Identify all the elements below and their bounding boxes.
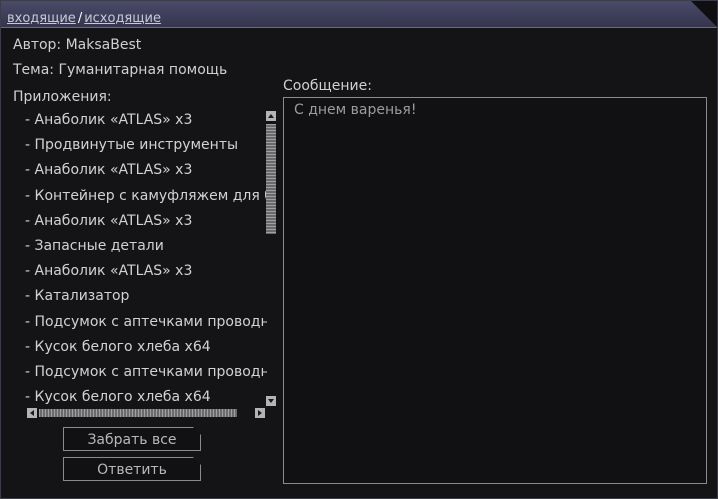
title-bar-corner <box>691 1 717 27</box>
attachments-label: Приложения: <box>13 89 112 105</box>
title-bar: входящие / исходящие <box>1 1 717 28</box>
message-label: Сообщение: <box>283 78 372 94</box>
vertical-scroll-thumb[interactable] <box>266 124 276 234</box>
mailbox-tabs: входящие / исходящие <box>7 11 161 26</box>
list-item[interactable]: - Подсумок с аптечками проводн <box>25 313 267 338</box>
attachments-vertical-scrollbar[interactable] <box>265 111 277 407</box>
list-item[interactable]: - Анаболик «ATLAS» x3 <box>25 111 267 136</box>
message-text: С днем варенья! <box>294 102 417 118</box>
scroll-up-button[interactable] <box>266 111 276 121</box>
mail-window: входящие / исходящие Автор: MaksaBest Тема… <box>0 0 718 499</box>
take-all-label: Забрать все <box>87 432 177 448</box>
horizontal-scroll-thumb[interactable] <box>39 409 237 417</box>
list-item[interactable]: - Подсумок с аптечками проводн <box>25 363 267 388</box>
attachments-list[interactable]: - Анаболик «ATLAS» x3 - Продвинутые инст… <box>25 111 267 407</box>
tab-separator: / <box>77 11 83 26</box>
list-item[interactable]: - Продвинутые инструменты <box>25 136 267 161</box>
list-item[interactable]: - Анаболик «ATLAS» x3 <box>25 212 267 237</box>
scroll-right-button[interactable] <box>255 408 265 418</box>
list-item[interactable]: - Кусок белого хлеба x64 <box>25 388 267 407</box>
take-all-button[interactable]: Забрать все <box>63 427 201 451</box>
arrow-down-icon <box>268 399 274 403</box>
button-corner <box>193 427 201 435</box>
button-corner <box>193 457 201 465</box>
list-item[interactable]: - Катализатор <box>25 287 267 312</box>
attachments-horizontal-scrollbar[interactable] <box>27 408 267 418</box>
tab-incoming[interactable]: входящие <box>7 11 76 26</box>
list-item[interactable]: - Анаболик «ATLAS» x3 <box>25 161 267 186</box>
reply-button[interactable]: Ответить <box>63 457 201 481</box>
list-item[interactable]: - Кусок белого хлеба x64 <box>25 338 267 363</box>
tab-outgoing[interactable]: исходящие <box>84 11 161 26</box>
arrow-right-icon <box>258 410 262 416</box>
message-box[interactable]: С днем варенья! <box>283 97 707 484</box>
author-label: Автор: MaksaBest <box>13 37 142 53</box>
list-item[interactable]: - Запасные детали <box>25 237 267 262</box>
subject-label: Тема: Гуманитарная помощь <box>13 62 228 78</box>
list-item[interactable]: - Контейнер с камуфляжем для б <box>25 187 267 212</box>
arrow-up-icon <box>268 114 274 118</box>
scroll-left-button[interactable] <box>27 408 37 418</box>
arrow-left-icon <box>30 410 34 416</box>
scroll-down-button[interactable] <box>266 396 276 406</box>
list-item[interactable]: - Анаболик «ATLAS» x3 <box>25 262 267 287</box>
reply-label: Ответить <box>97 462 167 478</box>
